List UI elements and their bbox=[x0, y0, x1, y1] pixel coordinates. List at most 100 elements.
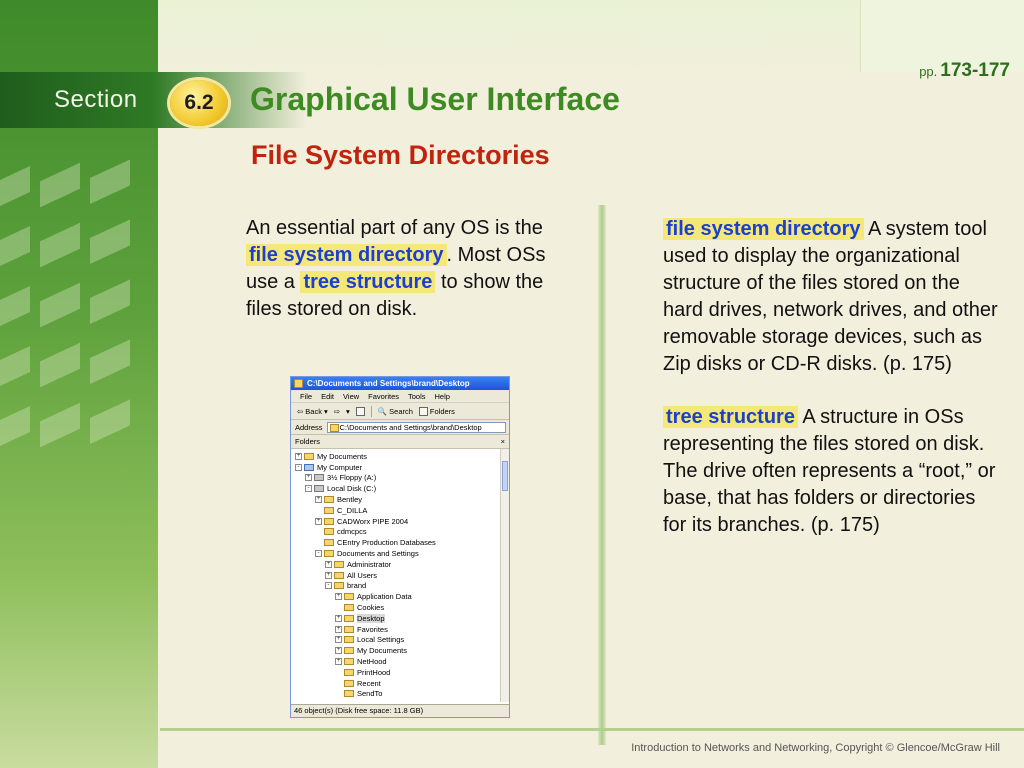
definitions: file system directory A system tool used… bbox=[663, 216, 1003, 565]
expand-toggle-icon: + bbox=[325, 571, 332, 579]
expand-toggle-icon bbox=[315, 528, 322, 535]
address-bar: Address C:\Documents and Settings\brand\… bbox=[291, 420, 509, 435]
back-arrow-icon: ⇦ bbox=[297, 406, 304, 416]
bottom-rule bbox=[160, 728, 1024, 731]
menu-tools: Tools bbox=[408, 392, 426, 401]
folder-icon bbox=[314, 485, 324, 493]
definition-item: file system directory A system tool used… bbox=[663, 216, 1003, 378]
up-folder-button bbox=[355, 406, 365, 416]
folder-icon bbox=[334, 560, 344, 568]
dropdown-icon: ▾ bbox=[323, 406, 328, 416]
folder-icon bbox=[314, 474, 324, 482]
pages-prefix: pp. bbox=[919, 64, 938, 79]
up-folder-icon bbox=[355, 406, 365, 416]
back-label: Back bbox=[305, 406, 322, 416]
tree-row: cdmcpcs bbox=[291, 527, 509, 538]
tree-row: Recent bbox=[291, 678, 509, 689]
column-divider bbox=[598, 205, 606, 745]
dropdown-icon: ▾ bbox=[346, 406, 350, 416]
folder-icon bbox=[294, 379, 303, 388]
search-button: 🔍 Search bbox=[378, 407, 413, 416]
expand-toggle-icon: + bbox=[315, 517, 322, 525]
slide-title: Graphical User Interface bbox=[250, 81, 620, 117]
definition-text: A system tool used to display the organi… bbox=[663, 218, 998, 375]
tree-row: + Desktop bbox=[291, 613, 509, 624]
tree-item-label: cdmcpcs bbox=[337, 527, 367, 537]
search-label: Search bbox=[389, 406, 413, 416]
expand-toggle-icon: + bbox=[295, 452, 302, 460]
intro-text-1: An essential part of any OS is the bbox=[246, 217, 543, 239]
folder-icon bbox=[324, 550, 334, 558]
explorer-menu-bar: File Edit View Favorites Tools Help bbox=[291, 390, 509, 403]
folder-tree: + My Documents - My Computer +3½ Floppy (A:)… bbox=[291, 449, 509, 702]
close-icon: × bbox=[500, 437, 505, 446]
tree-item-label: My Documents bbox=[357, 646, 408, 656]
tree-row: C_DILLA bbox=[291, 505, 509, 516]
folders-pane-header: Folders × bbox=[291, 435, 509, 449]
tree-item-label: CEntry Production Databases bbox=[337, 538, 436, 548]
folder-icon bbox=[344, 593, 354, 601]
tree-item-label: Desktop bbox=[357, 613, 385, 623]
expand-toggle-icon: - bbox=[325, 582, 332, 590]
tree-item-label: Local Disk (C:) bbox=[327, 484, 377, 494]
folder-icon bbox=[334, 582, 344, 590]
tree-item-label: CADWorx PIPE 2004 bbox=[337, 516, 409, 526]
tree-row: - Local Disk (C:) bbox=[291, 483, 509, 494]
tree-item-label: C_DILLA bbox=[337, 505, 368, 515]
definition-item: tree structure A structure in OSs repres… bbox=[663, 404, 1003, 539]
folder-icon bbox=[324, 528, 334, 536]
expand-toggle-icon bbox=[335, 680, 342, 687]
tree-row: SendTo bbox=[291, 689, 509, 700]
definition-term: file system directory bbox=[663, 218, 864, 240]
folders-icon bbox=[418, 406, 428, 416]
expand-toggle-icon bbox=[315, 539, 322, 546]
definition-term: tree structure bbox=[663, 406, 798, 428]
tree-item-label: My Documents bbox=[317, 451, 368, 461]
folder-icon bbox=[344, 636, 354, 644]
menu-view: View bbox=[343, 392, 360, 401]
tree-row: + Favorites bbox=[291, 624, 509, 635]
intro-paragraph: An essential part of any OS is the file … bbox=[246, 215, 576, 323]
folder-icon bbox=[334, 571, 344, 579]
address-label: Address bbox=[295, 422, 323, 432]
scroll-thumb bbox=[502, 461, 508, 491]
status-bar: 46 object(s) (Disk free space: 11.8 GB) bbox=[291, 704, 509, 717]
tree-row: Cookies bbox=[291, 602, 509, 613]
explorer-title: C:\Documents and Settings\brand\Desktop bbox=[307, 379, 470, 388]
folder-icon bbox=[344, 679, 354, 687]
tree-row: - My Computer bbox=[291, 462, 509, 473]
expand-toggle-icon: + bbox=[335, 625, 342, 633]
folder-icon bbox=[344, 625, 354, 633]
tree-item-label: PrintHood bbox=[357, 667, 391, 677]
expand-toggle-icon: + bbox=[335, 647, 342, 655]
folder-icon bbox=[344, 668, 354, 676]
back-button: ⇦ Back ▾ bbox=[297, 407, 328, 416]
expand-toggle-icon: + bbox=[335, 658, 342, 666]
sidebar-grid-decoration bbox=[0, 160, 130, 451]
tree-row: + Local Settings bbox=[291, 635, 509, 646]
menu-file: File bbox=[300, 392, 313, 401]
page-reference: pp. 173-177 bbox=[919, 60, 1010, 82]
tree-row: + NetHood bbox=[291, 656, 509, 667]
tree-row: PrintHood bbox=[291, 667, 509, 678]
address-field: C:\Documents and Settings\brand\Desktop bbox=[326, 421, 506, 433]
copyright-footer: Introduction to Networks and Networking,… bbox=[631, 742, 1000, 754]
tree-row: - brand bbox=[291, 581, 509, 592]
tree-row: + Bentley bbox=[291, 494, 509, 505]
tree-item-label: Favorites bbox=[357, 624, 388, 634]
folder-icon bbox=[324, 539, 334, 547]
section-number-badge: 6.2 bbox=[170, 80, 228, 126]
tree-row: + CADWorx PIPE 2004 bbox=[291, 516, 509, 527]
expand-toggle-icon bbox=[315, 507, 322, 514]
tree-item-label: Cookies bbox=[357, 603, 385, 613]
expand-toggle-icon bbox=[335, 690, 342, 697]
term-tree-structure: tree structure bbox=[300, 271, 436, 293]
forward-arrow-icon: ⇨ bbox=[333, 406, 341, 416]
expand-toggle-icon: - bbox=[315, 550, 322, 558]
slide-subtitle: File System Directories bbox=[251, 140, 550, 170]
folder-icon bbox=[324, 496, 334, 504]
folders-button: Folders bbox=[418, 406, 455, 416]
expand-toggle-icon bbox=[335, 604, 342, 611]
folders-label: Folders bbox=[429, 406, 455, 416]
folder-icon bbox=[324, 506, 334, 514]
